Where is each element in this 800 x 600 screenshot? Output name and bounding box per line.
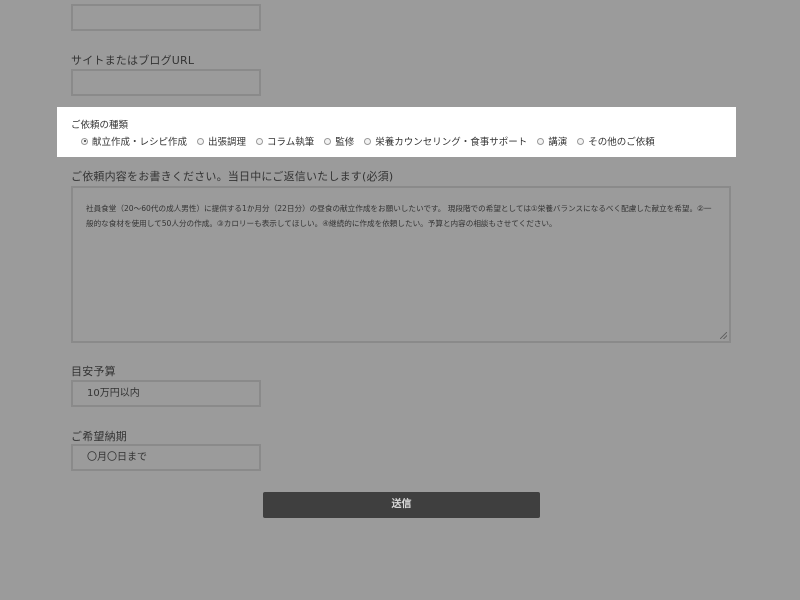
details-field-label: ご依頼内容をお書きください。当日中にご返信いたします(必須) <box>71 170 394 183</box>
resize-grip-icon[interactable] <box>720 332 727 339</box>
details-text: 社員食堂（20〜60代の成人男性）に提供する1か月分（22日分）の昼食の献立作成… <box>86 204 712 228</box>
radio-option-label: 栄養カウンセリング・食事サポート <box>375 137 528 148</box>
details-textarea[interactable]: 社員食堂（20〜60代の成人男性）に提供する1か月分（22日分）の昼食の献立作成… <box>71 186 731 343</box>
radio-option-counseling[interactable]: 栄養カウンセリング・食事サポート <box>364 134 527 148</box>
request-type-radio-group: 献立作成・レシピ作成 出張調理 コラム執筆 監修 栄養カウンセリング・食事サポー… <box>81 134 665 148</box>
submit-button[interactable]: 送信 <box>263 492 540 518</box>
radio-option-label: 出張調理 <box>208 137 247 148</box>
radio-option-label: コラム執筆 <box>267 137 315 148</box>
budget-field-label: 目安予算 <box>71 365 116 378</box>
radio-option-menu-recipe[interactable]: 献立作成・レシピ作成 <box>81 134 187 148</box>
radio-option-label: 献立作成・レシピ作成 <box>92 137 188 148</box>
radio-option-label: 監修 <box>335 137 355 148</box>
radio-unselected-icon[interactable] <box>537 137 545 145</box>
radio-option-label: その他のご依頼 <box>588 137 655 148</box>
url-input[interactable] <box>71 69 261 96</box>
budget-input[interactable]: 10万円以内 <box>71 380 261 407</box>
url-field-label: サイトまたはブログURL <box>71 54 195 67</box>
deadline-field-label: ご希望納期 <box>71 430 127 443</box>
radio-unselected-icon[interactable] <box>256 137 264 145</box>
radio-unselected-icon[interactable] <box>324 137 332 145</box>
radio-option-column[interactable]: コラム執筆 <box>256 134 314 148</box>
radio-option-label: 講演 <box>548 137 568 148</box>
radio-option-lecture[interactable]: 講演 <box>537 134 567 148</box>
request-type-label: ご依頼の種類 <box>71 120 129 131</box>
radio-option-other[interactable]: その他のご依頼 <box>577 134 655 148</box>
radio-unselected-icon[interactable] <box>577 137 585 145</box>
radio-option-supervision[interactable]: 監修 <box>324 134 354 148</box>
previous-text-field[interactable] <box>71 4 261 31</box>
radio-unselected-icon[interactable] <box>364 137 372 145</box>
radio-unselected-icon[interactable] <box>197 137 205 145</box>
radio-option-catering[interactable]: 出張調理 <box>197 134 246 148</box>
request-type-section: ご依頼の種類 献立作成・レシピ作成 出張調理 コラム執筆 監修 栄養カウンセリン… <box>57 107 736 157</box>
radio-selected-icon[interactable] <box>81 137 88 145</box>
deadline-input[interactable]: 〇月〇日まで <box>71 444 261 471</box>
